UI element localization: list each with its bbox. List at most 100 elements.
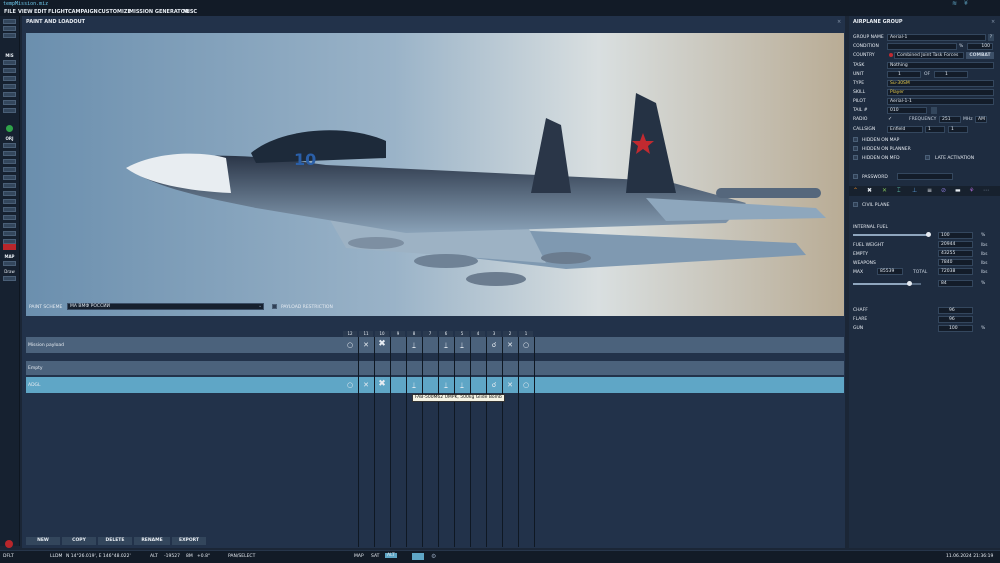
- hidden-map-checkbox[interactable]: [853, 137, 858, 142]
- hidden-mfd-checkbox[interactable]: [853, 155, 858, 160]
- open-icon[interactable]: [3, 19, 16, 24]
- sat-view-button[interactable]: SAT: [371, 554, 379, 559]
- gun-stepper[interactable]: 100: [938, 325, 973, 332]
- hidden-planner-checkbox[interactable]: [853, 146, 858, 151]
- bomb-icon[interactable]: ⍊: [407, 341, 421, 349]
- document-icon[interactable]: [931, 107, 937, 114]
- unit-stepper[interactable]: 1: [887, 71, 921, 78]
- task-select[interactable]: Nothing: [887, 62, 994, 69]
- weight-slider[interactable]: [853, 281, 921, 286]
- callsign-number-2[interactable]: 1: [948, 126, 968, 133]
- bomb-icon[interactable]: ⍊: [439, 341, 453, 349]
- camera-icon[interactable]: [3, 191, 16, 196]
- briefing-icon[interactable]: [3, 175, 16, 180]
- callsign-number-1[interactable]: 1: [925, 126, 945, 133]
- new-button[interactable]: NEW: [26, 537, 60, 545]
- paint-scheme-select[interactable]: МА ВМФ РОССИИ: [67, 303, 264, 310]
- bomb-icon[interactable]: ⍊: [455, 381, 469, 389]
- loadout-row-empty[interactable]: Empty: [26, 361, 844, 375]
- grid-icon[interactable]: [3, 223, 16, 228]
- alt-view-button[interactable]: ALT: [385, 553, 397, 558]
- rack-icon[interactable]: ✕: [359, 341, 373, 349]
- modulation-select[interactable]: AM: [975, 116, 987, 123]
- copy-button[interactable]: COPY: [62, 537, 96, 545]
- multi-bomb-icon[interactable]: ✖: [375, 340, 389, 349]
- vehicle-tool-icon[interactable]: [3, 84, 16, 89]
- settings-icon[interactable]: ⚙: [431, 553, 436, 560]
- loadout-row-adgl[interactable]: ADGL: [26, 377, 844, 393]
- frequency-input[interactable]: 251: [939, 116, 961, 123]
- rack-icon[interactable]: ✕: [503, 341, 517, 349]
- civil-plane-checkbox[interactable]: [853, 202, 858, 207]
- pylon-icon[interactable]: ○: [519, 341, 533, 349]
- resources-icon[interactable]: [3, 167, 16, 172]
- folder-icon[interactable]: [3, 33, 16, 38]
- multi-weapon-icon[interactable]: ✖: [867, 187, 872, 194]
- weather-icon[interactable]: [6, 125, 13, 132]
- plane-tool-icon[interactable]: [3, 60, 16, 65]
- delete-button[interactable]: DELETE: [98, 537, 132, 545]
- close-icon[interactable]: ×: [837, 19, 841, 25]
- helicopter-tool-icon[interactable]: [3, 68, 16, 73]
- skill-select[interactable]: Player: [887, 89, 994, 96]
- view-mode-select[interactable]: DFLT: [3, 554, 14, 559]
- menu-mission-generator[interactable]: MISSION GENERATOR: [129, 9, 189, 15]
- condition-input[interactable]: 100: [967, 43, 993, 50]
- group-name-input[interactable]: Aerial-1: [887, 34, 986, 41]
- country-select[interactable]: Combined Joint Task Forces: [894, 52, 964, 59]
- menu-misc[interactable]: MISC: [183, 9, 197, 15]
- summary-icon[interactable]: ⊘: [941, 187, 946, 194]
- map-view-button[interactable]: MAP: [354, 554, 364, 559]
- task-icon[interactable]: ≡: [927, 187, 932, 194]
- radio-icon[interactable]: ⊥: [912, 187, 917, 194]
- payload-icon[interactable]: ▬: [955, 187, 961, 194]
- pylon-icon[interactable]: ○: [343, 381, 357, 389]
- ruler-icon[interactable]: [3, 199, 16, 204]
- internal-fuel-slider[interactable]: [853, 232, 931, 237]
- grid-view-icon[interactable]: [412, 553, 424, 560]
- menu-flight[interactable]: FLIGHT: [48, 9, 68, 15]
- route-icon[interactable]: ⌃: [853, 187, 858, 194]
- bomb-icon[interactable]: ⍊: [455, 341, 469, 349]
- bomb-icon[interactable]: ⍊: [407, 381, 421, 389]
- list-icon[interactable]: [3, 215, 16, 220]
- payload-restriction-checkbox[interactable]: [272, 304, 277, 309]
- tail-input[interactable]: 010: [887, 107, 927, 114]
- pylon-icon[interactable]: ○: [343, 341, 357, 349]
- more-icon[interactable]: ⋯: [983, 187, 989, 194]
- condition-slider[interactable]: [887, 43, 957, 50]
- internal-fuel-input[interactable]: 100: [938, 232, 973, 239]
- options-icon[interactable]: [3, 183, 16, 188]
- password-input[interactable]: [897, 173, 953, 180]
- password-checkbox[interactable]: [853, 174, 858, 179]
- loadout-row-mission-payload[interactable]: Mission payload: [26, 337, 844, 353]
- measure-icon[interactable]: [3, 276, 16, 281]
- flare-stepper[interactable]: 96: [938, 316, 973, 323]
- coord-type-label[interactable]: LLDM: [50, 554, 62, 559]
- chaff-stepper[interactable]: 96: [938, 307, 973, 314]
- trigger-zone-icon[interactable]: [3, 100, 16, 105]
- draw-button[interactable]: Draw: [0, 269, 19, 274]
- weapon-icon[interactable]: ✕: [882, 187, 887, 194]
- weight-slider-value[interactable]: 84: [938, 280, 973, 287]
- layers-icon[interactable]: [3, 207, 16, 212]
- export-button[interactable]: EXPORT: [172, 537, 206, 545]
- internal-fuel-slider-knob[interactable]: [926, 232, 931, 237]
- wingman-icon[interactable]: ⚘: [969, 187, 974, 194]
- multi-bomb-icon[interactable]: ✖: [375, 380, 389, 389]
- of-stepper[interactable]: 1: [934, 71, 968, 78]
- rename-button[interactable]: RENAME: [134, 537, 170, 545]
- pylon-icon[interactable]: ○: [519, 381, 533, 389]
- triggers-icon[interactable]: [3, 159, 16, 164]
- close-icon[interactable]: ×: [991, 19, 995, 25]
- goals-icon[interactable]: [3, 151, 16, 156]
- menu-view[interactable]: VIEW: [18, 9, 33, 15]
- help-icon[interactable]: ?: [988, 34, 994, 41]
- missile-icon[interactable]: ☌: [487, 341, 501, 349]
- menu-campaign[interactable]: CAMPAIGN: [68, 9, 98, 15]
- filter-icon[interactable]: [3, 231, 16, 236]
- type-select[interactable]: Su-30SM: [887, 80, 994, 87]
- rack-icon[interactable]: ✕: [503, 381, 517, 389]
- static-tool-icon[interactable]: [3, 92, 16, 97]
- fuel-icon[interactable]: ⌶: [897, 187, 901, 195]
